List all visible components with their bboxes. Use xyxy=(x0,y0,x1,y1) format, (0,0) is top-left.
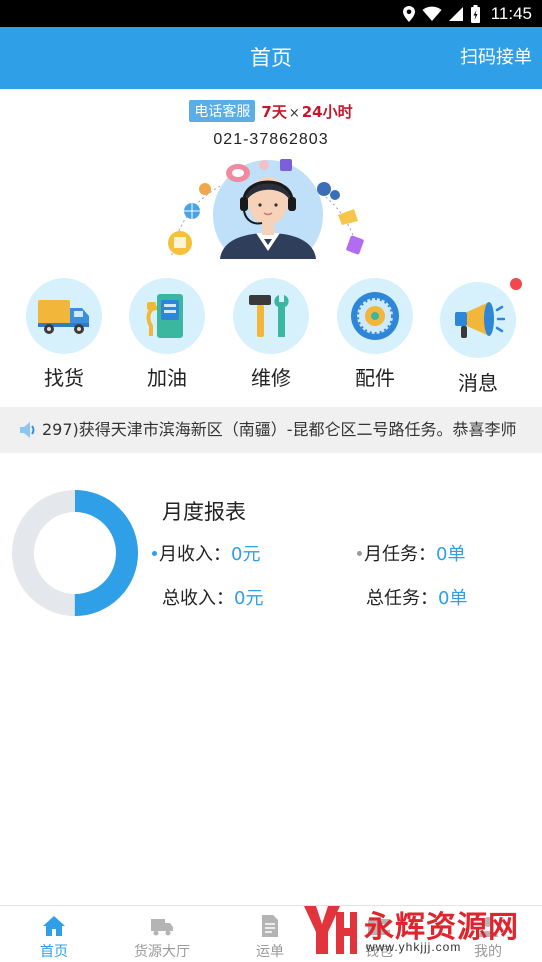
watermark-logo xyxy=(304,906,357,954)
income-donut-chart xyxy=(12,490,138,616)
battery-icon xyxy=(470,5,480,23)
monthly-income-label: 月收入： xyxy=(159,544,231,565)
total-tasks-label: 总任务： xyxy=(366,588,438,609)
service-hours: 7天 × 24小时 xyxy=(261,101,352,122)
wifi-icon xyxy=(422,6,442,21)
truck-icon xyxy=(38,300,89,334)
menu-label: 维修 xyxy=(251,366,291,390)
customer-service-agent-illustration xyxy=(168,159,364,259)
monthly-tasks-label: 月任务： xyxy=(364,544,436,565)
home-icon xyxy=(43,916,65,936)
quick-menu: 找货 加油 维修 配件 消息 xyxy=(0,272,542,395)
bullet xyxy=(357,550,362,556)
menu-icon-bg xyxy=(26,278,102,354)
wheel-icon xyxy=(351,292,399,340)
monthly-tasks: 月任务：0单 xyxy=(357,540,465,566)
location-icon xyxy=(402,6,415,22)
speaker-icon xyxy=(20,422,35,438)
menu-label: 配件 xyxy=(355,366,395,390)
announcement-ticker[interactable]: 297)获得天津市滨海新区（南疆）-昆都仑区二号路任务。恭喜李师 xyxy=(0,407,542,453)
status-bar: 11:45 xyxy=(0,0,542,27)
scan-order-button[interactable]: 扫码接单 xyxy=(460,27,532,89)
tab-home[interactable]: 首页 xyxy=(0,906,108,962)
customer-service-banner[interactable]: 电话客服 7天 × 24小时 021-37862803 xyxy=(0,89,542,259)
bullet xyxy=(152,550,157,556)
service-hours-value: 24小时 xyxy=(301,102,353,121)
menu-label: 找货 xyxy=(44,366,84,390)
service-hours-row: 电话客服 7天 × 24小时 xyxy=(0,100,542,122)
ticker-text: 297)获得天津市滨海新区（南疆）-昆都仑区二号路任务。恭喜李师 xyxy=(42,420,517,439)
monthly-income-value: 0元 xyxy=(231,544,261,565)
service-tag: 电话客服 xyxy=(189,100,256,122)
total-income-value: 0元 xyxy=(234,588,264,609)
app-header: 首页 扫码接单 xyxy=(0,27,542,89)
service-days: 7天 xyxy=(261,102,287,121)
unread-badge xyxy=(510,278,522,290)
truck-icon xyxy=(151,919,173,936)
site-watermark: 永辉资源网 www.yhkjjj.com xyxy=(300,900,542,962)
menu-label: 消息 xyxy=(458,371,498,395)
service-times-sign: × xyxy=(288,105,300,121)
status-icons: 11:45 xyxy=(402,4,532,24)
total-income-label: 总收入： xyxy=(162,588,234,609)
menu-icon-bg xyxy=(233,278,309,354)
menu-item-refuel[interactable]: 加油 xyxy=(121,272,211,394)
menu-label: 加油 xyxy=(147,366,187,390)
menu-item-messages[interactable]: 消息 xyxy=(432,272,522,395)
total-tasks: 总任务：0单 xyxy=(366,584,467,610)
megaphone-icon xyxy=(455,302,505,338)
total-income: 总收入：0元 xyxy=(162,584,263,610)
fuel-pump-icon xyxy=(146,294,183,338)
monthly-income: 月收入：0元 xyxy=(152,540,260,566)
menu-item-repair[interactable]: 维修 xyxy=(225,272,315,394)
menu-item-find-cargo[interactable]: 找货 xyxy=(18,272,108,394)
report-title: 月度报表 xyxy=(162,500,246,524)
monthly-report: 月度报表 月收入：0元 月任务：0单 总收入：0元 总任务：0单 xyxy=(0,480,542,630)
status-time: 11:45 xyxy=(490,4,532,23)
total-tasks-value: 0单 xyxy=(438,588,468,609)
menu-icon-bg xyxy=(440,282,516,358)
tab-label: 货源大厅 xyxy=(134,944,190,960)
watermark-url: www.yhkjjj.com xyxy=(366,940,462,954)
signal-icon xyxy=(448,7,463,21)
menu-item-parts[interactable]: 配件 xyxy=(329,272,419,394)
service-phone[interactable]: 021-37862803 xyxy=(0,131,542,149)
tab-cargo-hall[interactable]: 货源大厅 xyxy=(108,906,216,962)
wrench-hammer-icon xyxy=(249,295,289,337)
menu-icon-bg xyxy=(337,278,413,354)
menu-icon-bg xyxy=(129,278,205,354)
tab-label: 首页 xyxy=(40,944,68,960)
document-icon xyxy=(262,915,278,937)
monthly-tasks-value: 0单 xyxy=(436,544,466,565)
